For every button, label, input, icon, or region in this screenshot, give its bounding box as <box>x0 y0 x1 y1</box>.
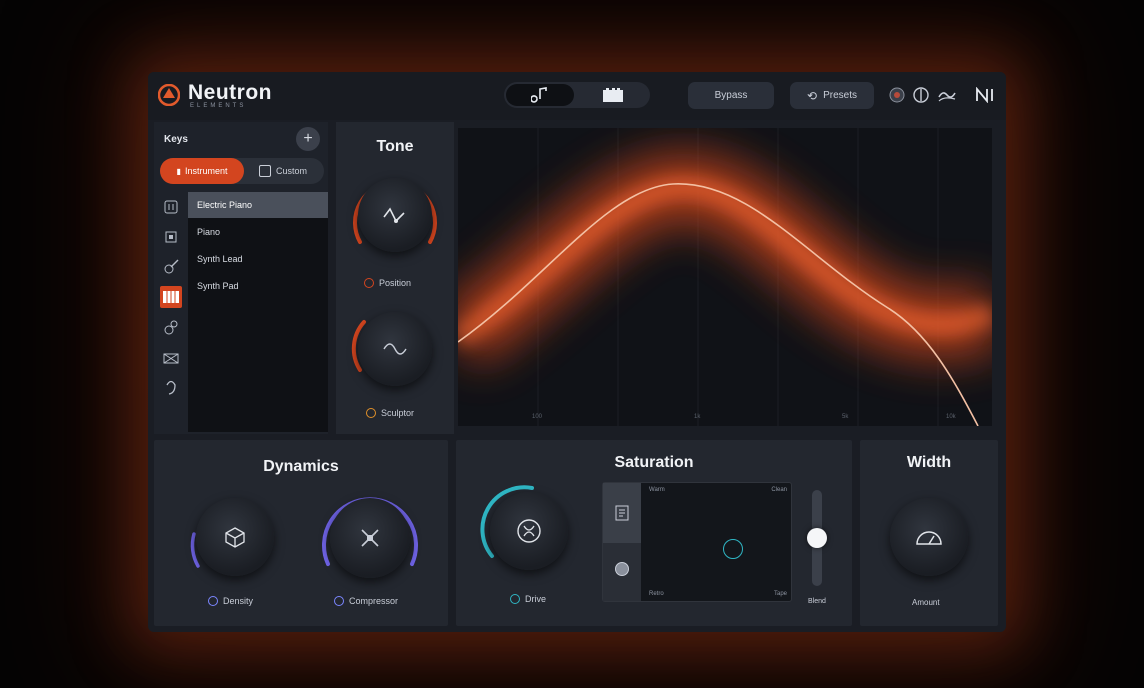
custom-toggle-label: Custom <box>275 166 307 176</box>
saturation-panel: Saturation Drive Warm Clean Retro Tape B… <box>456 440 852 626</box>
list-item[interactable]: Electric Piano <box>188 192 328 218</box>
tone-title: Tone <box>376 138 414 155</box>
tone-curve-display[interactable]: 100 1k 5k 10k <box>458 128 992 426</box>
cube-icon <box>225 527 245 548</box>
mixer-icon[interactable] <box>160 196 182 218</box>
instrument-browser: Keys + ▮ Instrument Custom Electric Pian… <box>154 122 328 434</box>
corner-label-bl: Retro <box>649 591 664 597</box>
width-amount-knob[interactable] <box>890 498 968 576</box>
settings-dot-icon[interactable] <box>888 86 906 104</box>
drive-knob[interactable] <box>490 492 568 570</box>
neutron-logo-icon <box>158 84 180 106</box>
voice-icon[interactable] <box>160 376 182 398</box>
keys-grid-icon[interactable] <box>578 84 648 106</box>
mode-switch[interactable] <box>504 82 650 108</box>
corner-label-tr: Clean <box>771 487 787 493</box>
compressor-label: Compressor <box>349 596 399 606</box>
music-note-icon[interactable] <box>506 84 574 106</box>
tone-knob1-label: Position <box>379 278 412 288</box>
width-label: Amount <box>912 598 940 607</box>
saturation-mode-column <box>603 483 641 601</box>
gain-meter-icon[interactable] <box>912 86 930 104</box>
bass-icon[interactable] <box>160 316 182 338</box>
drum-icon[interactable] <box>160 346 182 368</box>
graph-tick-label: 5k <box>842 414 849 420</box>
app-title: Neutron <box>188 81 272 104</box>
ni-logo-icon[interactable] <box>974 86 998 104</box>
presets-label: Presets <box>823 90 857 101</box>
corner-label-tl: Warm <box>649 487 665 493</box>
box-icon[interactable] <box>160 226 182 248</box>
compress-icon <box>361 529 379 547</box>
tone-knob1-label-row: Position <box>364 278 411 288</box>
tone-shape-icon <box>383 207 405 223</box>
graph-tick-label: 1k <box>694 414 701 420</box>
saturation-mode-top[interactable] <box>603 483 641 543</box>
add-button[interactable]: + <box>296 127 320 151</box>
density-label-row: Density <box>208 596 253 606</box>
info-icon <box>208 596 218 606</box>
plugin-window: Neutron ELEMENTS Bypass ⟲ Presets Keys +… <box>148 72 1006 632</box>
tone-curve-svg: 100 1k 5k 10k <box>458 128 992 426</box>
source-toggle[interactable]: ▮ Instrument Custom <box>160 158 324 184</box>
instrument-toggle-button[interactable]: ▮ Instrument <box>160 158 244 184</box>
info-icon <box>364 278 374 288</box>
tone-knob2-label-row: Sculptor <box>366 408 414 418</box>
blend-slider-thumb[interactable] <box>807 528 827 548</box>
dynamics-panel: Dynamics Density Compressor <box>154 440 448 626</box>
list-item[interactable]: Piano <box>188 219 328 245</box>
tone-panel: Tone Position Sculptor <box>336 122 454 434</box>
tone-position-knob[interactable] <box>358 178 432 252</box>
xy-puck[interactable] <box>723 539 743 559</box>
custom-toggle-icon <box>258 165 271 177</box>
power-icon <box>366 408 376 418</box>
saturation-title: Saturation <box>614 454 694 471</box>
wave-icon[interactable] <box>938 86 956 104</box>
info-icon <box>334 596 344 606</box>
list-item[interactable]: Synth Pad <box>188 273 328 299</box>
blend-slider[interactable] <box>807 490 827 586</box>
browser-label: Keys <box>164 134 188 145</box>
tone-sculptor-knob[interactable] <box>358 312 432 386</box>
drive-label: Drive <box>525 594 547 604</box>
density-label: Density <box>223 596 254 606</box>
keys-icon[interactable] <box>160 286 182 308</box>
bypass-label: Bypass <box>714 90 748 101</box>
drive-label-row: Drive <box>510 594 546 604</box>
category-column <box>158 194 184 430</box>
corner-label-br: Tape <box>773 591 787 597</box>
tone-knob2-label: Sculptor <box>381 408 415 418</box>
custom-toggle-button[interactable]: Custom <box>246 158 320 184</box>
info-icon <box>510 594 520 604</box>
refresh-icon: ⟲ <box>807 88 818 103</box>
retro-mode-icon <box>615 505 629 521</box>
saturation-xy-pad[interactable]: Warm Clean Retro Tape <box>602 482 792 602</box>
width-panel: Width Amount <box>860 440 998 626</box>
graph-tick-label: 10k <box>946 414 957 420</box>
sculptor-wave-icon <box>383 343 407 355</box>
density-knob[interactable] <box>196 498 274 576</box>
guitar-icon[interactable] <box>160 256 182 278</box>
app-subtitle: ELEMENTS <box>190 103 247 109</box>
stereo-width-icon <box>916 531 942 545</box>
tape-mode-icon[interactable] <box>614 561 630 577</box>
drive-icon <box>517 519 541 543</box>
compressor-knob[interactable] <box>330 498 410 578</box>
graph-tick-label: 100 <box>532 414 543 420</box>
width-title: Width <box>906 454 952 471</box>
instrument-toggle-label: Instrument <box>184 166 228 176</box>
presets-button[interactable]: ⟲ Presets <box>790 82 874 109</box>
list-item[interactable]: Synth Lead <box>188 246 328 272</box>
dynamics-title: Dynamics <box>263 458 339 475</box>
header-bar: Neutron ELEMENTS Bypass ⟲ Presets <box>148 72 1006 120</box>
preset-list: Electric Piano Piano Synth Lead Synth Pa… <box>188 192 328 432</box>
blend-label: Blend <box>808 598 826 605</box>
bypass-button[interactable]: Bypass <box>688 82 774 109</box>
compressor-label-row: Compressor <box>334 596 398 606</box>
instrument-toggle-icon: ▮ <box>176 166 181 176</box>
